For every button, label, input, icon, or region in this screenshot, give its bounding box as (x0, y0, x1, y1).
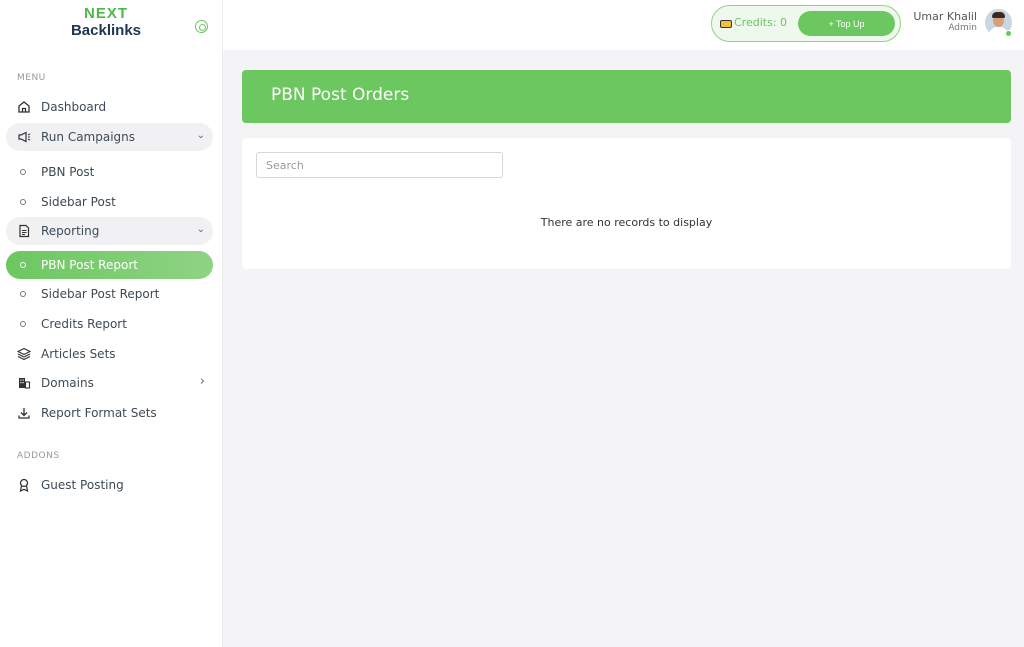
sidebar-item-label: Domains (41, 376, 94, 390)
page-title: PBN Post Orders (271, 85, 410, 105)
home-icon (16, 99, 32, 115)
sidebar-item-label: Sidebar Post Report (41, 287, 160, 301)
user-name[interactable]: Umar Khalil (913, 10, 977, 23)
sidebar: NEXT Backlinks MENU Dashboard Run Campai… (0, 0, 223, 647)
circle-bullet-icon (20, 321, 26, 327)
sidebar-item-label: Reporting (41, 224, 100, 238)
award-icon (16, 477, 32, 493)
sidebar-item-label: Report Format Sets (41, 406, 157, 420)
addons-section-label: ADDONS (17, 451, 60, 461)
sidebar-item-articles-sets[interactable]: Articles Sets (6, 340, 213, 368)
circle-bullet-icon (20, 291, 26, 297)
sidebar-item-label: Credits Report (41, 317, 127, 331)
credits-widget: Credits: 0 + Top Up (711, 5, 901, 42)
megaphone-icon (16, 129, 32, 145)
sidebar-item-pbn-post-report[interactable]: PBN Post Report (6, 251, 213, 279)
chevron-down-icon: ⌄ (196, 224, 205, 235)
chevron-right-icon: › (199, 374, 205, 389)
logo-bottom-text: Backlinks (70, 22, 142, 39)
sidebar-toggle-icon[interactable] (195, 20, 208, 33)
sidebar-item-label: Articles Sets (41, 347, 116, 361)
topbar: Credits: 0 + Top Up Umar Khalil Admin (223, 0, 1024, 50)
sidebar-item-pbn-post[interactable]: PBN Post (6, 158, 213, 186)
sidebar-item-domains[interactable]: Domains › (6, 369, 213, 397)
menu-section-label: MENU (17, 73, 46, 83)
credits-balance: Credits: 0 (734, 16, 788, 29)
orders-table-card: There are no records to display (242, 138, 1011, 269)
sidebar-item-label: PBN Post Report (41, 258, 138, 272)
building-icon (16, 375, 32, 391)
user-role: Admin (948, 23, 977, 33)
sidebar-item-credits-report[interactable]: Credits Report (6, 310, 213, 338)
search-input[interactable] (256, 152, 503, 178)
layers-icon (16, 346, 32, 362)
credit-card-icon (720, 20, 732, 28)
avatar-hair (992, 12, 1005, 18)
sidebar-item-run-campaigns[interactable]: Run Campaigns ⌄ (6, 123, 213, 151)
sidebar-item-label: Run Campaigns (41, 130, 136, 144)
sidebar-item-label: Sidebar Post (41, 195, 116, 209)
online-status-icon (1005, 30, 1012, 37)
page-header: PBN Post Orders (242, 70, 1011, 123)
sidebar-item-label: PBN Post (41, 165, 95, 179)
document-icon (16, 223, 32, 239)
sidebar-item-sidebar-post[interactable]: Sidebar Post (6, 188, 213, 216)
download-icon (16, 405, 32, 421)
sidebar-item-report-format-sets[interactable]: Report Format Sets (6, 399, 213, 427)
chevron-down-icon: ⌄ (196, 130, 205, 141)
logo-top-text: NEXT (83, 5, 128, 22)
top-up-button[interactable]: + Top Up (798, 11, 895, 36)
sidebar-item-guest-posting[interactable]: Guest Posting (6, 471, 213, 499)
sidebar-item-label: Dashboard (41, 100, 107, 114)
sidebar-item-dashboard[interactable]: Dashboard (6, 93, 213, 121)
sidebar-item-reporting[interactable]: Reporting ⌄ (6, 217, 213, 245)
sidebar-item-label: Guest Posting (41, 478, 124, 492)
logo[interactable]: NEXT Backlinks (66, 6, 146, 42)
circle-bullet-icon (20, 169, 26, 175)
sidebar-item-sidebar-post-report[interactable]: Sidebar Post Report (6, 280, 213, 308)
circle-bullet-icon (20, 199, 26, 205)
empty-state-message: There are no records to display (540, 216, 713, 229)
circle-bullet-icon (20, 262, 26, 268)
